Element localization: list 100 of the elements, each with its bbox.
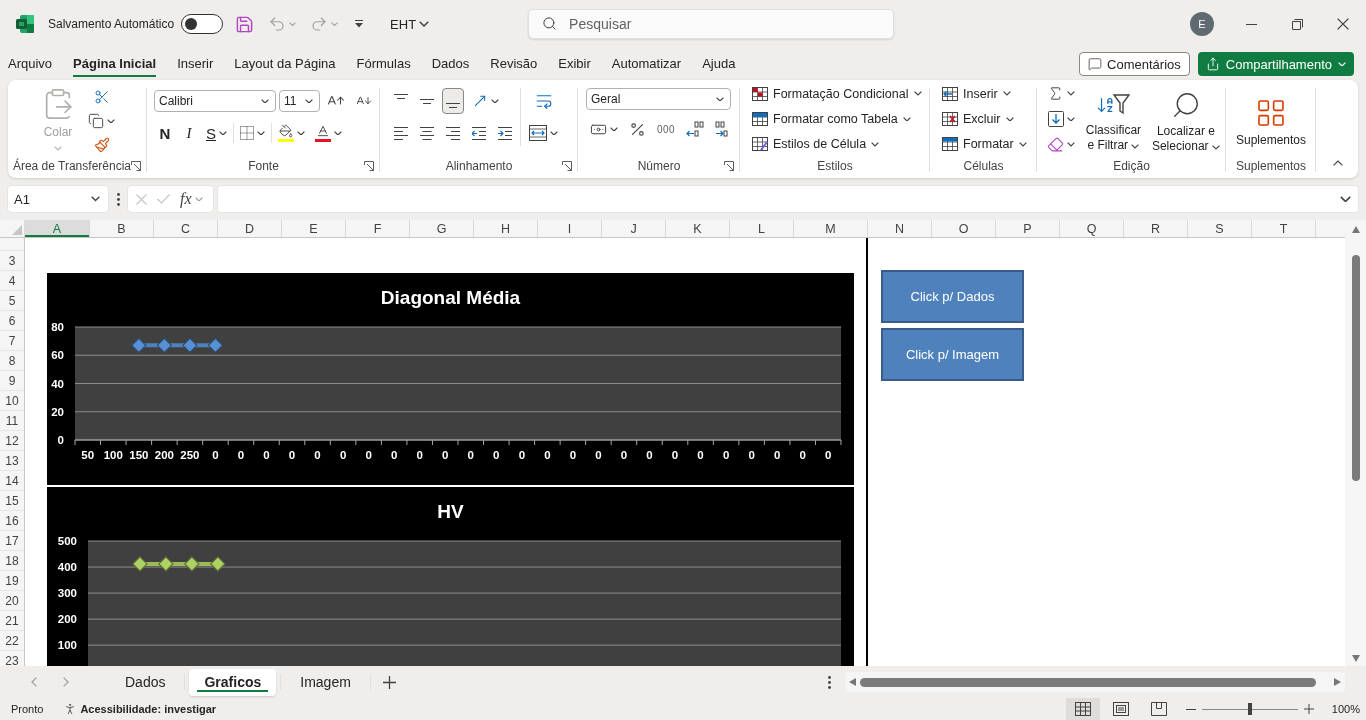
vertical-align-button[interactable]	[442, 88, 464, 114]
column-header[interactable]: O	[932, 220, 996, 237]
menu-tab[interactable]: Automatizar	[611, 51, 682, 77]
zoom-reading: 100%	[1331, 703, 1360, 715]
find-select-button[interactable]: Localizar e Selecionar	[1147, 82, 1224, 156]
row-header[interactable]: 19	[0, 570, 24, 590]
view-button[interactable]	[1065, 698, 1100, 720]
column-header[interactable]: C	[154, 220, 218, 237]
menu-tab[interactable]: Layout da Página	[234, 51, 336, 77]
column-header[interactable]: J	[602, 220, 666, 237]
font-name-dropdown[interactable]: Calibri	[154, 90, 276, 112]
document-name-button[interactable]: EHT	[387, 10, 433, 38]
row-header[interactable]: 15	[0, 490, 24, 510]
menu-tab[interactable]: Inserir	[177, 51, 214, 77]
column-header[interactable]: R	[1124, 220, 1188, 237]
account-avatar[interactable]: E	[1190, 12, 1214, 36]
thousands-separator-button[interactable]: 000	[653, 116, 680, 142]
row-header[interactable]: 10	[0, 390, 24, 410]
scrollbar-thumb[interactable]	[1351, 255, 1360, 481]
row-header[interactable]: 8	[0, 350, 24, 370]
column-header[interactable]: B	[90, 220, 154, 237]
dialog-launcher-icon[interactable]	[131, 161, 141, 171]
search-field[interactable]: Pesquisar	[528, 9, 895, 39]
row-header[interactable]: 3	[0, 250, 24, 270]
sheet-tab[interactable]: Imagem	[285, 668, 366, 696]
share-button[interactable]: Compartilhamento	[1197, 52, 1354, 76]
row-header[interactable]: 5	[0, 290, 24, 310]
column-header[interactable]: L	[730, 220, 794, 237]
accessibility-button[interactable]: Acessibilidade: investigar	[63, 702, 217, 716]
row-header[interactable]: 12	[0, 430, 24, 450]
row-header[interactable]: 23	[0, 650, 24, 666]
row-header[interactable]: 22	[0, 630, 24, 650]
row-header[interactable]: 18	[0, 550, 24, 570]
column-header[interactable]: G	[410, 220, 474, 237]
row-header[interactable]: 9	[0, 370, 24, 390]
ribbon-button[interactable]: Estilos de Célula	[750, 132, 924, 156]
column-header[interactable]: A	[25, 220, 90, 237]
row-header[interactable]: 20	[0, 590, 24, 610]
group-label: Edição	[1113, 159, 1150, 173]
column-header[interactable]: P	[996, 220, 1060, 237]
chevron-left-icon	[31, 677, 37, 687]
column-header[interactable]: T	[1252, 220, 1316, 237]
row-header[interactable]: 21	[0, 610, 24, 630]
row-header[interactable]: 17	[0, 530, 24, 550]
page-icon	[1112, 702, 1129, 716]
row-header[interactable]: 14	[0, 470, 24, 490]
font-size-dropdown[interactable]: 11	[279, 90, 320, 112]
row-header[interactable]: 4	[0, 270, 24, 290]
row-header[interactable]: 11	[0, 410, 24, 430]
column-header[interactable]: S	[1188, 220, 1252, 237]
menu-tab[interactable]: Arquivo	[8, 51, 53, 77]
align-top-icon	[394, 94, 408, 99]
row-header[interactable]: 7	[0, 330, 24, 350]
dialog-launcher-icon[interactable]	[364, 161, 374, 171]
row-header[interactable]: 6	[0, 310, 24, 330]
ribbon-button[interactable]: Formatar	[940, 132, 1029, 156]
ribbon-button[interactable]: Formatação Condicional	[750, 82, 924, 106]
sort-filter-button[interactable]: Classificar e Filtrar	[1082, 82, 1145, 156]
bold-button[interactable]: N	[154, 120, 176, 146]
menu-tab[interactable]: Exibir	[558, 51, 591, 77]
dialog-launcher-icon[interactable]	[724, 161, 734, 171]
menu-tab[interactable]: Dados	[431, 51, 470, 77]
column-header[interactable]: N	[868, 220, 932, 237]
number-format-dropdown[interactable]: Geral	[586, 88, 731, 110]
menu-tab[interactable]: Ajuda	[702, 51, 736, 77]
autosave-toggle[interactable]	[181, 14, 224, 34]
column-header[interactable]: K	[666, 220, 730, 237]
sheet-tab[interactable]: Graficos	[189, 668, 277, 696]
macro-button[interactable]: Click p/ Imagem	[881, 328, 1024, 381]
name-box[interactable]: A1	[8, 186, 108, 212]
column-header[interactable]: F	[346, 220, 410, 237]
scrollbar-thumb[interactable]	[860, 677, 1316, 687]
spreadsheet-logo-icon	[16, 15, 34, 33]
menu-tab[interactable]: Página Inicial	[73, 51, 157, 77]
add-ins-button[interactable]: Suplementos	[1234, 88, 1308, 156]
comments-button[interactable]: Comentários	[1079, 52, 1190, 76]
insert-function-button[interactable]: fx	[180, 190, 203, 208]
column-header[interactable]: I	[538, 220, 602, 237]
underline-button[interactable]: S	[202, 120, 231, 146]
ribbon-button[interactable]: Inserir	[940, 82, 1029, 106]
column-header[interactable]: Q	[1060, 220, 1124, 237]
scroll-left-icon	[849, 678, 856, 686]
menu-tab[interactable]: Fórmulas	[356, 51, 411, 77]
ribbon-button[interactable]: Excluir	[940, 107, 1029, 131]
conditional-format-icon	[752, 86, 768, 101]
formula-input[interactable]	[218, 186, 1358, 212]
merge-cells-icon	[529, 125, 547, 141]
row-header[interactable]: 13	[0, 450, 24, 470]
ribbon-button[interactable]: Formatar como Tabela	[750, 107, 924, 131]
menu-tab[interactable]: Revisão	[490, 51, 538, 77]
macro-button[interactable]: Click p/ Dados	[881, 270, 1024, 323]
column-header[interactable]: H	[474, 220, 538, 237]
column-header[interactable]: M	[794, 220, 868, 237]
row-header[interactable]: 16	[0, 510, 24, 530]
dialog-launcher-icon[interactable]	[562, 161, 572, 171]
column-header[interactable]: D	[218, 220, 282, 237]
italic-button[interactable]: I	[178, 120, 200, 146]
column-header[interactable]: E	[282, 220, 346, 237]
zoom-slider-thumb[interactable]	[1247, 703, 1252, 715]
sheet-tab[interactable]: Dados	[110, 668, 181, 696]
